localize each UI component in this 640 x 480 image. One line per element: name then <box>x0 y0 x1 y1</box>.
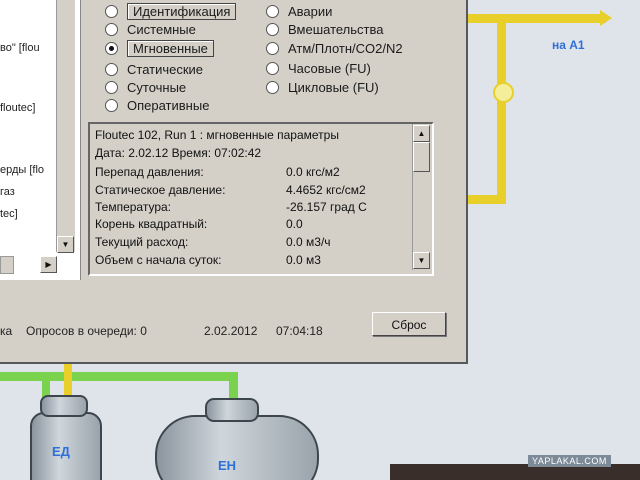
radio-dot[interactable] <box>266 81 279 94</box>
pipe-top <box>466 14 606 23</box>
list-item[interactable]: газ <box>0 186 15 198</box>
param-label: Перепад давления: <box>95 165 204 179</box>
radio-identification[interactable]: Идентификация <box>105 3 237 20</box>
radio-static[interactable]: Статические <box>105 62 203 77</box>
param-label: Корень квадратный: <box>95 217 208 231</box>
reset-button[interactable]: Сброс <box>372 312 446 336</box>
tank-small-label: ЕД <box>52 444 70 459</box>
tank-large-label: ЕН <box>218 458 237 473</box>
radio-dot[interactable] <box>266 62 279 75</box>
list-item[interactable]: tec] <box>0 208 18 220</box>
watermark: YAPLAKAL.COM <box>528 455 611 467</box>
hscrollbar[interactable] <box>0 256 14 274</box>
param-value: 0.0 кгс/м2 <box>286 165 340 179</box>
valve-icon <box>493 82 514 103</box>
radio-dot[interactable] <box>266 23 279 36</box>
device-list-panel: во" [flou floutec] ерды [flo газ tec] ▼ … <box>0 0 81 280</box>
radio-dot[interactable] <box>105 5 118 18</box>
param-label: Объем с начала суток: <box>95 253 222 267</box>
radio-atm-density[interactable]: Атм/Плотн/CO2/N2 <box>266 41 403 56</box>
radio-instant[interactable]: Мгновенные <box>105 40 214 57</box>
pipe-vertical <box>497 14 506 204</box>
radio-operative[interactable]: Оперативные <box>105 98 209 113</box>
radio-dot[interactable] <box>266 5 279 18</box>
list-item[interactable]: floutec] <box>0 102 35 114</box>
param-label: Температура: <box>95 200 172 214</box>
radio-dot-selected[interactable] <box>105 42 118 55</box>
pipe-green-horizontal <box>0 372 238 381</box>
list-item[interactable]: ерды [flo <box>0 164 44 176</box>
radio-interventions[interactable]: Вмешательства <box>266 22 383 37</box>
radio-cyclic[interactable]: Цикловые (FU) <box>266 80 379 95</box>
info-datetime: Дата: 2.02.12 Время: 07:02:42 <box>95 146 262 160</box>
radio-dot[interactable] <box>105 63 118 76</box>
list-vscrollbar[interactable] <box>56 0 75 252</box>
scroll-down-button[interactable]: ▼ <box>57 236 74 253</box>
status-queue: Опросов в очереди: 0 <box>26 324 147 338</box>
tank-large <box>155 415 319 480</box>
radio-daily[interactable]: Суточные <box>105 80 186 95</box>
status-prefix: ка <box>0 324 13 338</box>
pipe-yellow-small <box>64 362 72 398</box>
list-item[interactable]: во" [flou <box>0 42 40 54</box>
screen: на А1 ЕД ЕН во" [flou floutec] ерды [flo… <box>0 0 640 480</box>
radio-dot[interactable] <box>105 99 118 112</box>
param-label: Текущий расход: <box>95 235 189 249</box>
info-scroll-thumb[interactable] <box>413 142 430 172</box>
param-label: Статическое давление: <box>95 183 226 197</box>
radio-hourly[interactable]: Часовые (FU) <box>266 61 371 76</box>
arrow-icon <box>600 10 612 26</box>
radio-dot[interactable] <box>105 23 118 36</box>
status-date: 2.02.2012 <box>204 324 258 338</box>
param-value: 0.0 м3/ч <box>286 235 331 249</box>
param-value: 0.0 м3 <box>286 253 321 267</box>
info-header: Floutec 102, Run 1 : мгновенные параметр… <box>95 128 339 142</box>
status-time: 07:04:18 <box>276 324 323 338</box>
radio-alarms[interactable]: Аварии <box>266 4 332 19</box>
params-window: во" [flou floutec] ерды [flo газ tec] ▼ … <box>0 0 468 364</box>
params-textbox[interactable]: Floutec 102, Run 1 : мгновенные параметр… <box>88 122 434 276</box>
param-value: 0.0 <box>286 217 303 231</box>
arrow-label: на А1 <box>552 38 585 52</box>
scroll-right-button[interactable]: ▶ <box>40 256 57 273</box>
tank-large-cap <box>205 398 259 422</box>
param-value: -26.157 град С <box>286 200 367 214</box>
pipe-lower <box>466 195 506 204</box>
radio-dot[interactable] <box>105 81 118 94</box>
param-value: 4.4652 кгс/см2 <box>286 183 366 197</box>
info-scroll-down-button[interactable]: ▼ <box>413 252 430 269</box>
info-scroll-up-button[interactable]: ▲ <box>413 125 430 142</box>
radio-dot[interactable] <box>266 42 279 55</box>
radio-system[interactable]: Системные <box>105 22 196 37</box>
tank-small-cap <box>40 395 88 417</box>
